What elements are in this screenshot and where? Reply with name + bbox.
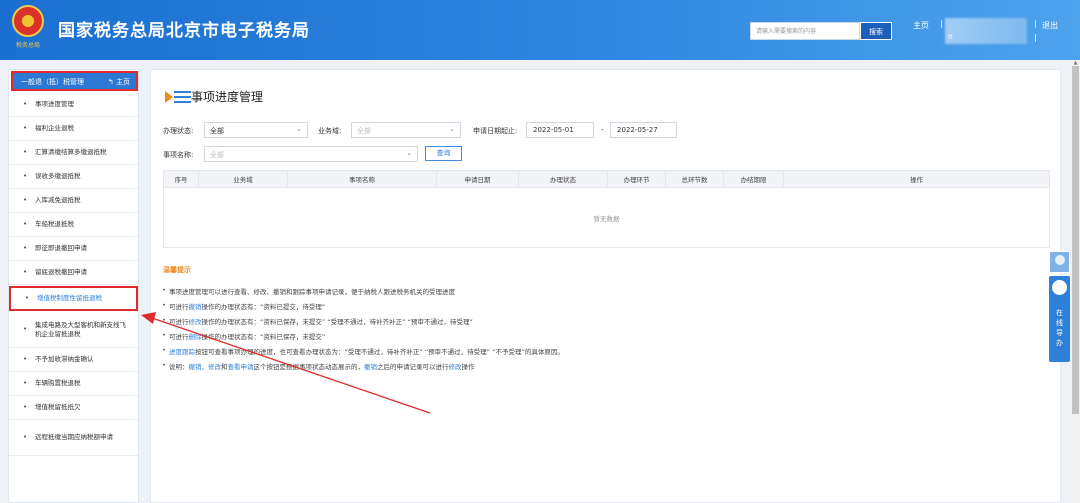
annotation-arrow — [141, 312, 431, 414]
